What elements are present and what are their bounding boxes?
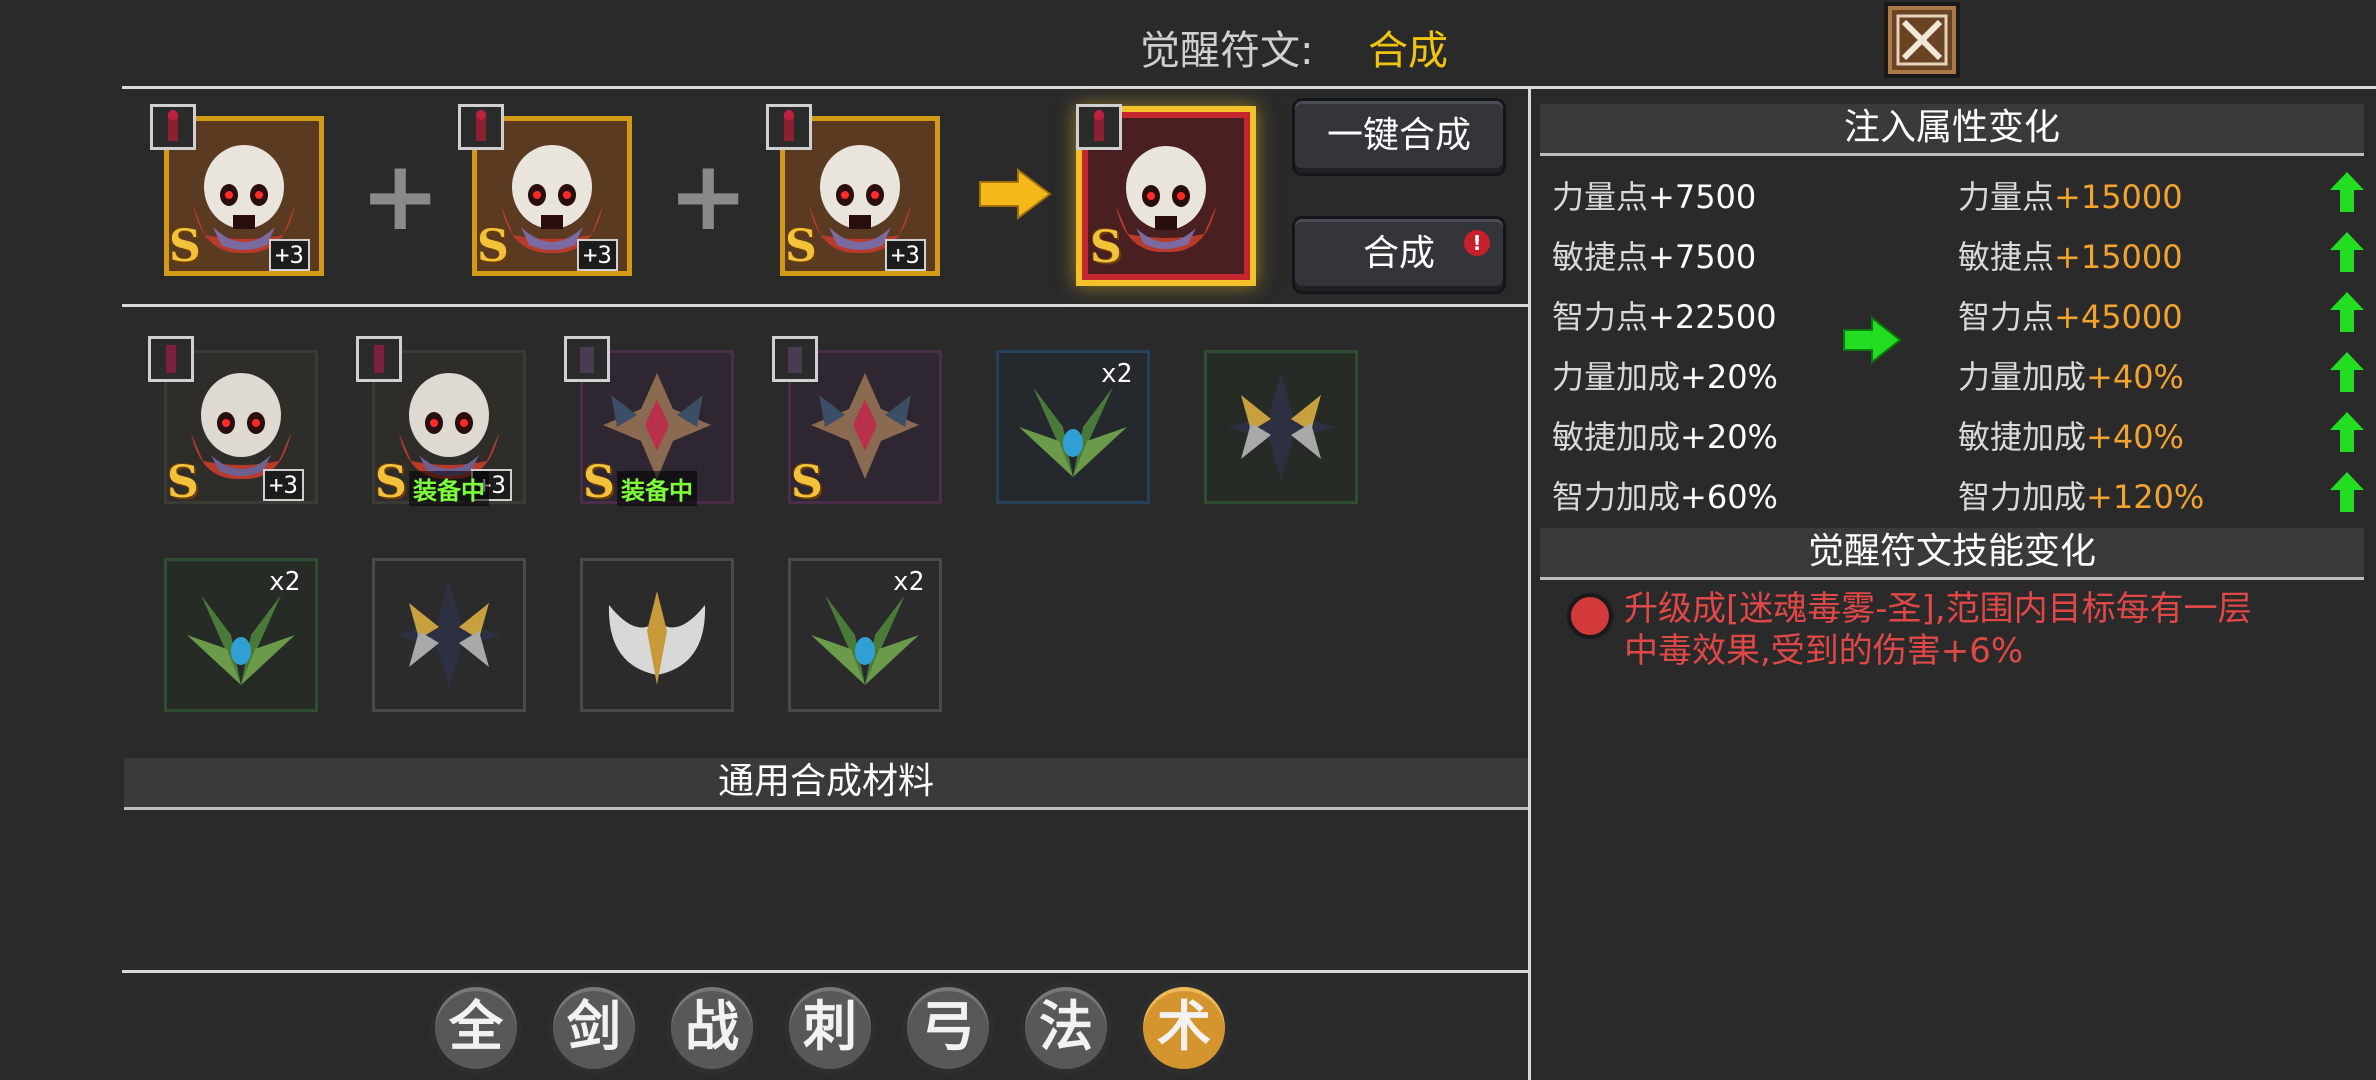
class-mini-icon — [1076, 104, 1122, 150]
up-arrow-icon — [2330, 352, 2364, 392]
class-mini-icon — [150, 104, 196, 150]
up-arrow-icon — [2330, 472, 2364, 512]
plus-operator: + — [668, 140, 749, 252]
close-button[interactable] — [1884, 2, 1960, 78]
stat-current-row: 智力点+22500 — [1552, 298, 1777, 336]
stat-next-row: 敏捷加成+40% — [1958, 418, 2184, 456]
inventory-item[interactable]: x2 — [164, 558, 318, 712]
stat-next-row: 力量加成+40% — [1958, 358, 2184, 396]
quantity-label: x2 — [269, 567, 301, 597]
stat-next-row: 力量点+15000 — [1958, 178, 2183, 216]
rank-label: S — [791, 457, 823, 508]
category-warrior-button[interactable]: 战 — [666, 982, 758, 1074]
class-mini-icon — [766, 104, 812, 150]
stat-current-row: 敏捷加成+20% — [1552, 418, 1778, 456]
gold-star-crest-icon — [1227, 373, 1335, 481]
skull-rune-icon — [399, 373, 499, 480]
plus-operator: + — [360, 140, 441, 252]
enhance-badge: +3 — [263, 469, 304, 501]
up-arrow-icon — [2330, 412, 2364, 452]
close-icon — [1896, 14, 1948, 66]
rank-label: S — [785, 221, 817, 272]
panel-divider — [1528, 86, 1531, 1080]
title-value: 合成 — [1368, 28, 1448, 74]
inventory-item[interactable] — [1204, 350, 1358, 504]
equipped-label: 装备中 — [617, 471, 697, 506]
class-mini-icon — [564, 336, 610, 382]
up-arrow-icon — [2330, 172, 2364, 212]
alert-icon: ! — [1464, 230, 1490, 256]
stat-current-row: 智力加成+60% — [1552, 478, 1778, 516]
skill-bullet-icon — [1567, 593, 1613, 639]
arrow-right-icon — [1843, 316, 1902, 364]
category-all-button[interactable]: 全 — [430, 982, 522, 1074]
stat-current-row: 力量加成+20% — [1552, 358, 1778, 396]
header-divider — [122, 86, 2376, 89]
gold-star-crest-icon — [395, 581, 503, 689]
up-arrow-icon — [2330, 232, 2364, 272]
merge-divider — [122, 304, 1528, 307]
stat-current-row: 力量点+7500 — [1552, 178, 1757, 216]
bottom-divider — [122, 970, 1528, 973]
equipped-label: 装备中 — [409, 471, 489, 506]
stat-next-row: 敏捷点+15000 — [1958, 238, 2183, 276]
one-click-merge-button[interactable]: 一键合成 — [1292, 98, 1506, 176]
quantity-label: x2 — [1101, 359, 1133, 389]
angel-wing-crest-icon — [608, 591, 706, 685]
inventory-item[interactable] — [580, 558, 734, 712]
stats-panel-title: 注入属性变化 — [1540, 104, 2364, 156]
rank-label: S — [375, 457, 407, 508]
rank-label: S — [1090, 222, 1122, 273]
stat-current-row: 敏捷点+7500 — [1552, 238, 1757, 276]
rank-label: S — [583, 457, 615, 508]
skull-rune-icon — [191, 373, 291, 480]
inventory-item[interactable]: x2 — [788, 558, 942, 712]
enhance-badge: +3 — [885, 239, 926, 271]
rank-label: S — [169, 221, 201, 272]
materials-title: 通用合成材料 — [124, 758, 1528, 810]
class-mini-icon — [148, 336, 194, 382]
quantity-label: x2 — [893, 567, 925, 597]
category-warlock-button[interactable]: 术 — [1138, 982, 1230, 1074]
skull-rune-icon — [1116, 146, 1216, 253]
stat-next-row: 智力加成+120% — [1958, 478, 2205, 516]
skill-description-line: 中毒效果,受到的伤害+6% — [1624, 631, 2024, 671]
title-label: 觉醒符文: — [1140, 28, 1314, 74]
dark-crest-icon — [603, 373, 711, 479]
enhance-badge: +3 — [269, 239, 310, 271]
class-mini-icon — [356, 336, 402, 382]
rank-label: S — [167, 457, 199, 508]
category-mage-button[interactable]: 法 — [1020, 982, 1112, 1074]
category-bow-button[interactable]: 弓 — [902, 982, 994, 1074]
category-sword-button[interactable]: 剑 — [548, 982, 640, 1074]
dark-crest-icon — [811, 373, 919, 479]
merge-button-label: 合成 — [1362, 233, 1435, 274]
rank-label: S — [477, 221, 509, 272]
enhance-badge: +3 — [577, 239, 618, 271]
stat-next-row: 智力点+45000 — [1958, 298, 2183, 336]
inventory-item[interactable]: x2 — [996, 350, 1150, 504]
category-assassin-button[interactable]: 刺 — [784, 982, 876, 1074]
skill-panel-title: 觉醒符文技能变化 — [1540, 528, 2364, 580]
class-mini-icon — [458, 104, 504, 150]
skill-description-line: 升级成[迷魂毒雾-圣],范围内目标每有一层 — [1624, 589, 2252, 629]
class-mini-icon — [772, 336, 818, 382]
arrow-right-icon — [979, 168, 1052, 220]
inventory-item[interactable] — [372, 558, 526, 712]
up-arrow-icon — [2330, 292, 2364, 332]
